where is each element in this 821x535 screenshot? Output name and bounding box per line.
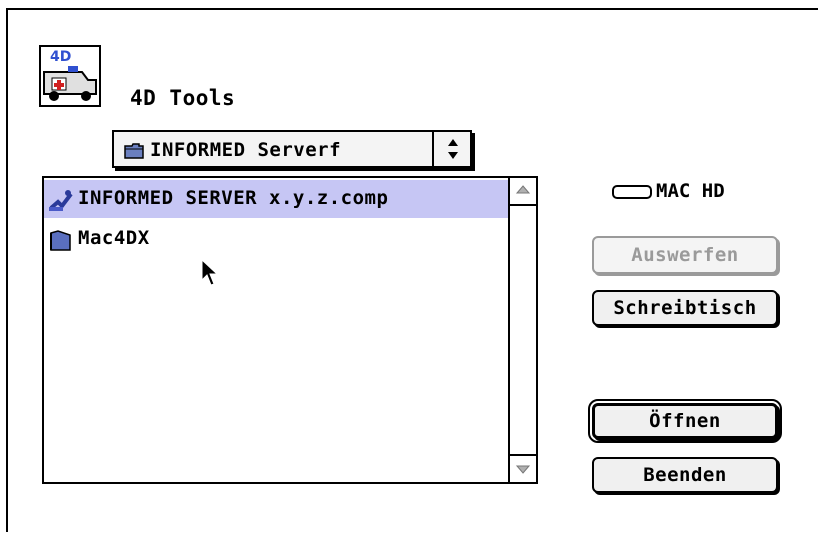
scroll-down-button[interactable] xyxy=(510,454,536,482)
quit-button[interactable]: Beenden xyxy=(592,457,778,493)
list-item-label: INFORMED SERVER x.y.z.comp xyxy=(78,187,389,209)
scroll-down-arrow-icon xyxy=(515,465,531,474)
list-item-label: Mac4DX xyxy=(78,227,150,249)
mouse-pointer-icon xyxy=(201,258,219,286)
list-item[interactable]: Mac4DX xyxy=(44,220,510,258)
scroll-up-button[interactable] xyxy=(510,178,536,206)
open-button[interactable]: Öffnen xyxy=(588,399,782,443)
svg-text:4D: 4D xyxy=(50,49,71,65)
folder-icon xyxy=(124,143,144,159)
location-popup-label: INFORMED Serverf xyxy=(150,139,342,161)
file-list[interactable]: INFORMED SERVER x.y.z.comp Mac4DX xyxy=(42,176,538,484)
volume-name: MAC HD xyxy=(656,180,725,202)
list-item[interactable]: INFORMED SERVER x.y.z.comp xyxy=(44,180,510,218)
updown-arrows-icon xyxy=(448,139,458,159)
scroll-up-arrow-icon xyxy=(515,185,531,194)
location-popup-menu[interactable]: INFORMED Serverf xyxy=(112,130,472,168)
volume-label: MAC HD xyxy=(612,180,725,202)
eject-button[interactable]: Auswerfen xyxy=(592,236,778,274)
vertical-scrollbar[interactable] xyxy=(508,178,536,482)
4d-tools-ambulance-icon: 4D xyxy=(39,45,101,107)
desktop-button[interactable]: Schreibtisch xyxy=(592,290,778,326)
disk-icon xyxy=(612,184,652,199)
server-app-icon xyxy=(49,190,73,211)
app-title: 4D Tools xyxy=(130,86,236,110)
folder-icon xyxy=(50,230,71,251)
